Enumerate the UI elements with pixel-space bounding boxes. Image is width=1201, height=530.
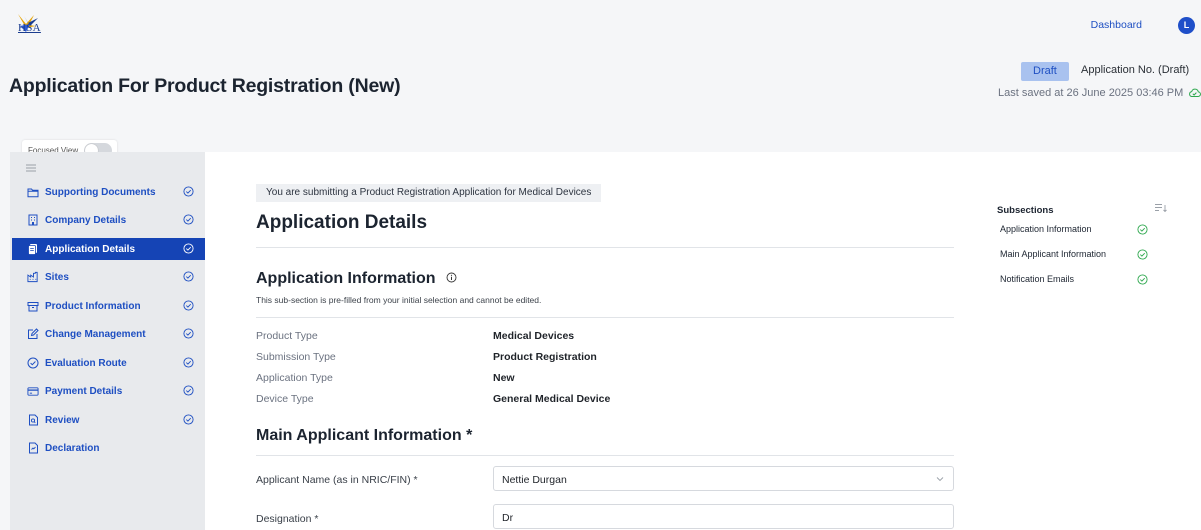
completed-check-icon bbox=[183, 243, 194, 254]
sidebar-item-label: Application Details bbox=[45, 243, 136, 255]
info-icon[interactable] bbox=[446, 272, 457, 283]
sidebar-item-supporting-documents[interactable]: Supporting Documents bbox=[12, 181, 205, 203]
designation-field[interactable]: Dr bbox=[493, 504, 954, 529]
top-bar: HSA Dashboard L bbox=[0, 0, 1201, 52]
application-number: Application No. (Draft) bbox=[1081, 64, 1190, 76]
designation-value: Dr bbox=[502, 512, 514, 524]
completed-check-icon bbox=[183, 271, 194, 282]
product-type-value: Medical Devices bbox=[493, 330, 575, 342]
box-icon bbox=[27, 300, 39, 312]
folder-icon bbox=[27, 186, 39, 198]
sidebar: Supporting Documents Company Details App… bbox=[10, 152, 205, 530]
divider bbox=[256, 317, 954, 318]
sidebar-item-label: Change Management bbox=[45, 328, 146, 340]
completed-check-icon bbox=[183, 186, 194, 197]
dashboard-link[interactable]: Dashboard bbox=[1091, 19, 1142, 31]
completed-check-icon bbox=[183, 300, 194, 311]
device-type-label: Device Type bbox=[256, 393, 314, 405]
check-circle-icon bbox=[27, 357, 39, 369]
completed-check-icon bbox=[183, 214, 194, 225]
sidebar-item-sites[interactable]: Sites bbox=[12, 266, 205, 288]
main-applicant-title: Main Applicant Information * bbox=[256, 427, 473, 444]
application-information-title: Application Information bbox=[256, 270, 457, 288]
sidebar-item-evaluation-route[interactable]: Evaluation Route bbox=[12, 352, 205, 374]
declaration-doc-icon bbox=[27, 442, 39, 454]
last-saved-info: Last saved at 26 June 2025 03:46 PM bbox=[998, 87, 1201, 99]
factory-icon bbox=[27, 271, 39, 283]
application-type-value: New bbox=[493, 372, 515, 384]
submission-type-label: Submission Type bbox=[256, 351, 336, 363]
credit-card-icon bbox=[27, 385, 39, 397]
sidebar-item-company-details[interactable]: Company Details bbox=[12, 209, 205, 231]
completed-check-icon bbox=[183, 385, 194, 396]
building-icon bbox=[27, 214, 39, 226]
page-title: Application For Product Registration (Ne… bbox=[9, 75, 401, 97]
sidebar-item-label: Declaration bbox=[45, 442, 100, 454]
application-information-title-text: Application Information bbox=[256, 270, 436, 287]
section-heading: Application Details bbox=[256, 212, 428, 233]
subsection-link-application-information[interactable]: Application Information bbox=[1000, 224, 1092, 234]
submission-type-value: Product Registration bbox=[493, 351, 597, 363]
avatar[interactable]: L bbox=[1178, 17, 1195, 34]
cloud-check-icon bbox=[1189, 88, 1201, 97]
subsection-link-notification-emails[interactable]: Notification Emails bbox=[1000, 274, 1074, 284]
completed-check-icon bbox=[183, 357, 194, 368]
divider bbox=[256, 247, 954, 248]
application-type-label: Application Type bbox=[256, 372, 333, 384]
main-content: You are submitting a Product Registratio… bbox=[205, 152, 1201, 530]
sidebar-item-label: Supporting Documents bbox=[45, 186, 156, 198]
completed-check-icon bbox=[183, 414, 194, 425]
menu-icon[interactable] bbox=[26, 164, 36, 172]
sidebar-item-application-details[interactable]: Application Details bbox=[12, 238, 205, 260]
sidebar-item-review[interactable]: Review bbox=[12, 409, 205, 431]
designation-label: Designation * bbox=[256, 513, 319, 525]
device-type-value: General Medical Device bbox=[493, 393, 611, 405]
sidebar-item-declaration[interactable]: Declaration bbox=[12, 437, 205, 459]
review-doc-icon bbox=[27, 414, 39, 426]
submission-notice: You are submitting a Product Registratio… bbox=[256, 184, 602, 202]
sidebar-item-label: Evaluation Route bbox=[45, 357, 127, 369]
completed-check-icon bbox=[1137, 249, 1148, 260]
applicant-name-value: Nettie Durgan bbox=[502, 474, 567, 486]
sidebar-item-label: Payment Details bbox=[45, 385, 123, 397]
divider bbox=[256, 455, 954, 456]
prefilled-note: This sub-section is pre-filled from your… bbox=[256, 295, 542, 305]
document-stack-icon bbox=[27, 243, 39, 255]
completed-check-icon bbox=[183, 328, 194, 339]
completed-check-icon bbox=[1137, 224, 1148, 235]
sidebar-item-label: Product Information bbox=[45, 300, 141, 312]
chevron-down-icon bbox=[936, 477, 944, 482]
edit-icon bbox=[27, 328, 39, 340]
applicant-name-select[interactable]: Nettie Durgan bbox=[493, 466, 954, 491]
sidebar-item-change-management[interactable]: Change Management bbox=[12, 323, 205, 345]
sort-list-icon[interactable] bbox=[1155, 203, 1167, 213]
product-type-label: Product Type bbox=[256, 330, 318, 342]
sidebar-item-label: Company Details bbox=[45, 214, 127, 226]
sidebar-item-product-information[interactable]: Product Information bbox=[12, 295, 205, 317]
sidebar-item-label: Sites bbox=[45, 271, 69, 283]
last-saved-text: Last saved at 26 June 2025 03:46 PM bbox=[998, 87, 1184, 99]
applicant-name-label: Applicant Name (as in NRIC/FIN) * bbox=[256, 474, 418, 486]
completed-check-icon bbox=[1137, 274, 1148, 285]
sidebar-item-payment-details[interactable]: Payment Details bbox=[12, 380, 205, 402]
subsections-title: Subsections bbox=[997, 205, 1054, 216]
status-badge: Draft bbox=[1021, 62, 1069, 81]
sidebar-item-label: Review bbox=[45, 414, 80, 426]
subsection-link-main-applicant-information[interactable]: Main Applicant Information bbox=[1000, 249, 1106, 259]
logo-text: HSA bbox=[18, 22, 41, 34]
